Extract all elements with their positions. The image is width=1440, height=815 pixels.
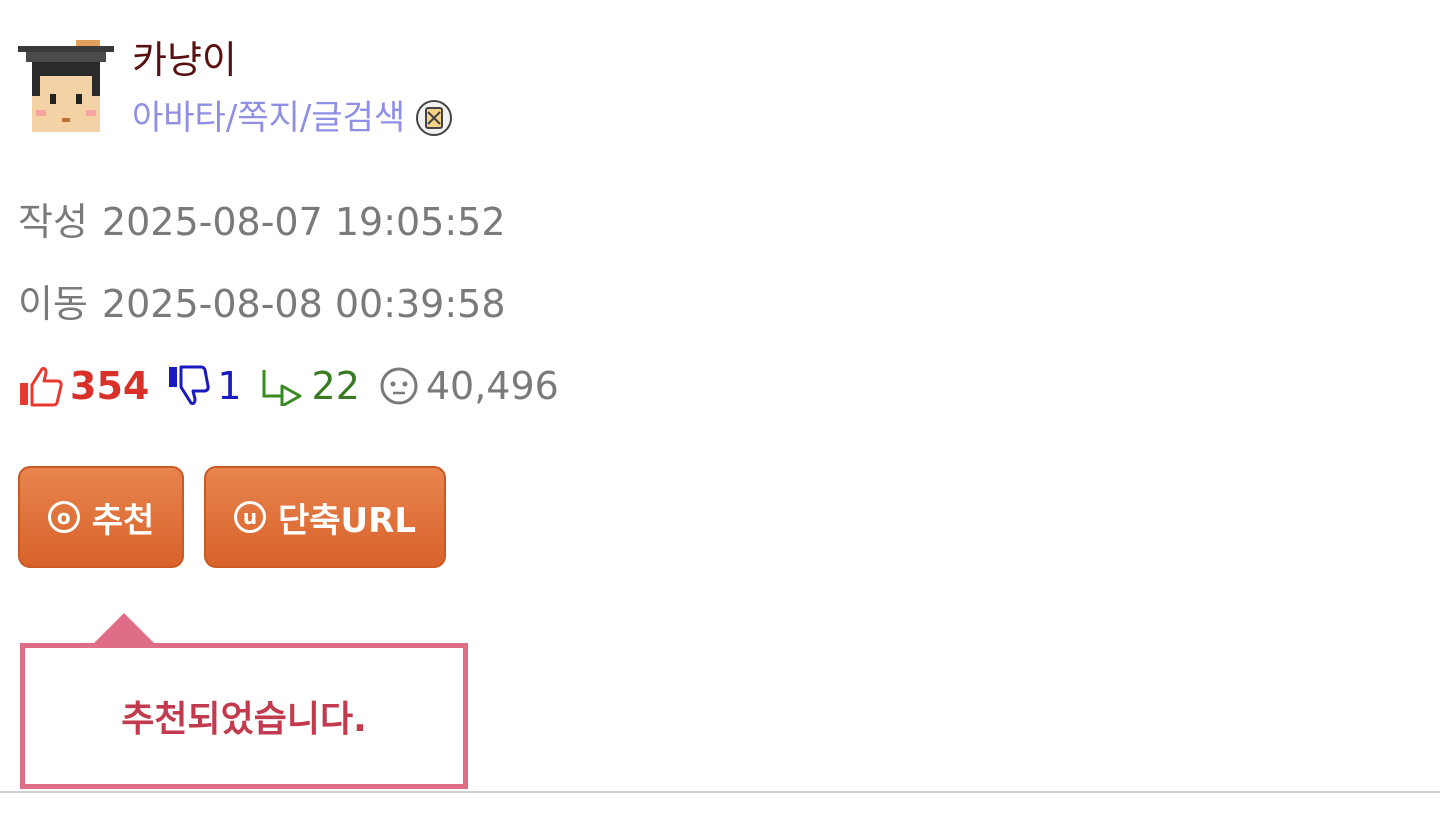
moved-label: 이동	[18, 282, 88, 326]
post-info-panel: 카냥이 아바타/쪽지/글검색 작성 2025-08-07 19:05:52 이동 2…	[0, 0, 1440, 815]
thumbs-up-icon	[20, 367, 63, 407]
view-face-icon	[380, 367, 418, 405]
written-time: 2025-08-07 19:05:52	[101, 200, 506, 244]
downvote-stat: 1	[167, 364, 242, 408]
graduate-avatar-icon[interactable]	[18, 38, 114, 134]
view-stat: 40,496	[378, 364, 559, 408]
author-links-label[interactable]: 아바타/쪽지/글검색	[132, 98, 405, 138]
written-label: 작성	[18, 200, 88, 244]
moved-time: 2025-08-08 00:39:58	[101, 282, 506, 326]
short-url-circle-icon: u	[233, 501, 266, 533]
post-stats: 354 1 22 40,496	[18, 362, 577, 410]
short-url-label: 단축URL	[277, 500, 416, 541]
author-links[interactable]: 아바타/쪽지/글검색	[132, 98, 453, 138]
tooltip-message: 추천되었습니다.	[121, 699, 367, 740]
written-time-line: 작성 2025-08-07 19:05:52	[18, 200, 506, 244]
memo-icon[interactable]	[415, 99, 453, 137]
moved-time-line: 이동 2025-08-08 00:39:58	[18, 282, 506, 326]
thumbs-down-icon	[169, 365, 211, 405]
reply-count: 22	[311, 364, 360, 408]
downvote-count: 1	[217, 364, 242, 408]
tooltip-arrow	[94, 613, 154, 643]
recommend-button[interactable]: o 추천	[18, 466, 184, 568]
recommend-circle-icon: o	[47, 501, 80, 533]
reply-arrow-icon	[262, 370, 302, 406]
view-count: 40,496	[425, 364, 559, 408]
recommend-label: 추천	[91, 500, 155, 541]
reply-stat: 22	[260, 364, 360, 408]
short-url-button[interactable]: u 단축URL	[204, 466, 446, 568]
divider	[0, 791, 1440, 793]
author-nickname[interactable]: 카냥이	[132, 38, 237, 82]
recommend-tooltip: 추천되었습니다.	[20, 643, 468, 789]
upvote-count: 354	[70, 364, 150, 408]
upvote-stat: 354	[18, 364, 149, 408]
